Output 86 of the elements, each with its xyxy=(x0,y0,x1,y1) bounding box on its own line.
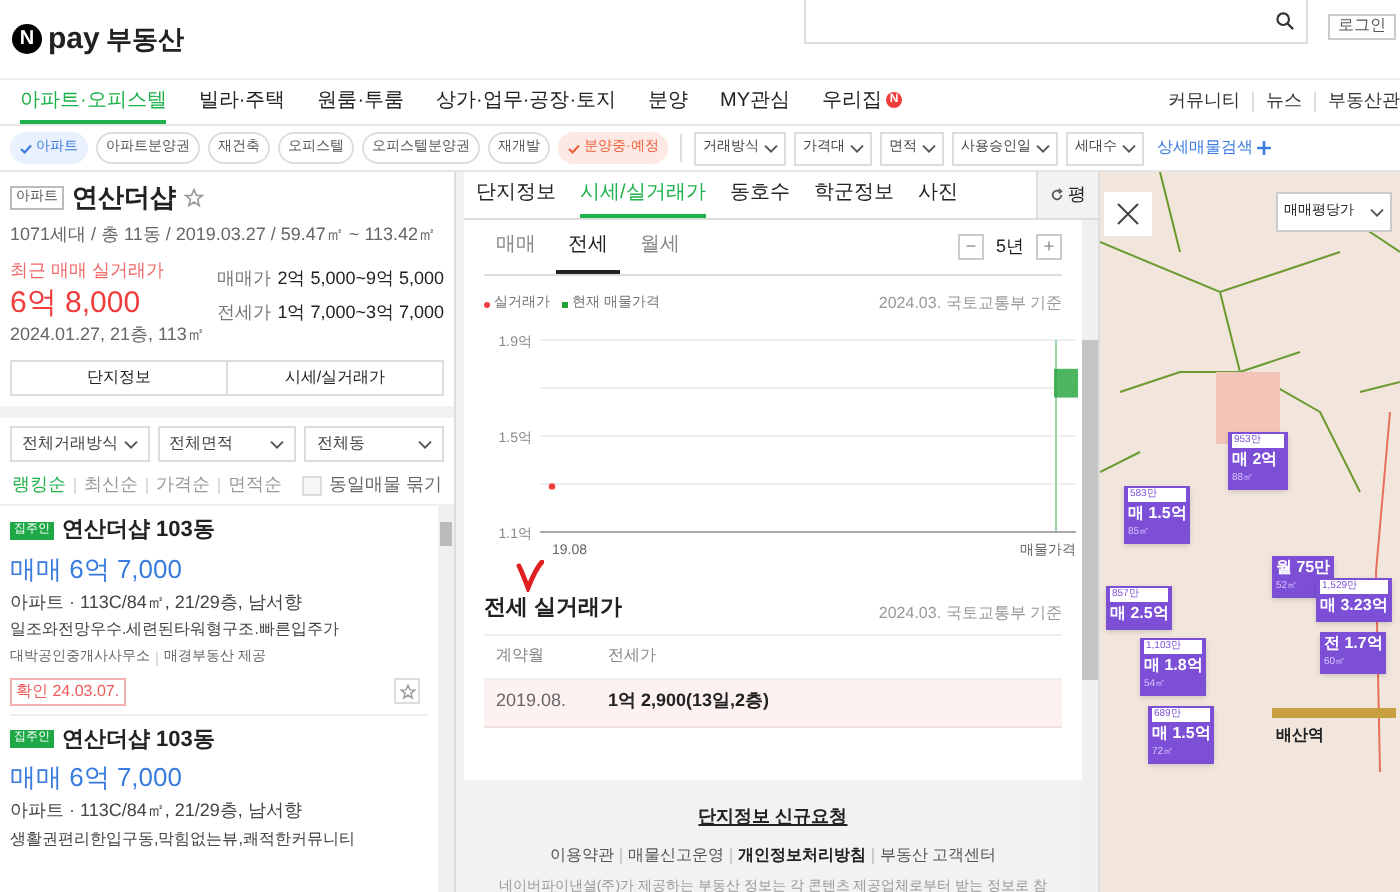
checkbox[interactable] xyxy=(302,475,323,495)
check-mark-annotation xyxy=(516,560,544,592)
plus-icon xyxy=(1256,140,1273,156)
source-note: 2024.03. 국토교통부 기준 xyxy=(878,292,1062,316)
chevron-icon xyxy=(764,143,779,153)
listing-title[interactable]: 연산더샵 103동 xyxy=(62,514,215,547)
list-filter-dropdown[interactable]: 전체면적 xyxy=(157,426,297,462)
recent-price-label: 최근 매매 실거래가 xyxy=(10,258,167,284)
refresh-icon xyxy=(1050,188,1064,202)
detail-search-button[interactable]: 상세매물검색 xyxy=(1156,136,1273,160)
star-icon[interactable] xyxy=(184,187,204,208)
price-range-value: 1억 7,000~3억 7,000 xyxy=(277,299,444,325)
nav-tab[interactable]: MY관심 xyxy=(720,80,791,124)
login-button[interactable]: 로그인 xyxy=(1328,13,1396,39)
detail-tab[interactable]: 사진 xyxy=(917,172,958,218)
source-note: 2024.03. 국토교통부 기준 xyxy=(878,601,1062,625)
listing-price: 매매 6억 7,000 xyxy=(10,551,184,587)
detail-tab[interactable]: 학군정보 xyxy=(813,172,894,218)
scrollbar[interactable] xyxy=(438,506,454,892)
footer-link[interactable]: 개인정보처리방침 xyxy=(737,843,866,867)
listing-description: 일조와전망우수.세련된타워형구조.빠른입주가 xyxy=(10,618,341,642)
nav-link[interactable]: 커뮤니티 xyxy=(1168,88,1240,116)
table-cell-text: 1억 2,900(13일,2층) xyxy=(608,688,772,715)
nav-link[interactable]: 부동산관 xyxy=(1328,88,1400,116)
complex-button[interactable]: 시세/실거래가 xyxy=(228,360,444,396)
chevron-icon xyxy=(922,143,937,153)
check-icon xyxy=(20,143,32,153)
section-title: 전세 실거래가 xyxy=(484,594,623,624)
column-header: 전세가 xyxy=(608,644,658,668)
data-point[interactable] xyxy=(548,483,556,490)
scrollbar[interactable] xyxy=(1082,220,1098,892)
logo-pay: pay xyxy=(48,24,100,54)
footer-link[interactable]: 매물신고운영 xyxy=(627,843,724,867)
nav-tab[interactable]: 상가·업무·공장·토지 xyxy=(436,80,617,124)
confirmed-date: 확인 24.03.07. xyxy=(10,677,126,705)
logo-icon[interactable]: N xyxy=(12,24,42,54)
logo-text: 부동산 xyxy=(105,21,184,58)
footer-link[interactable]: 이용약관 xyxy=(549,843,614,867)
favorite-button[interactable] xyxy=(394,678,420,704)
period-value: 5년 xyxy=(995,233,1024,260)
request-link[interactable]: 단지정보 신규요청 xyxy=(698,804,848,831)
search-icon xyxy=(1276,12,1294,30)
nav-link[interactable]: 뉴스 xyxy=(1266,88,1302,116)
price-range-value: 2억 5,000~9억 5,000 xyxy=(277,266,444,292)
station-label: 배산역 xyxy=(1276,724,1324,748)
sub-tab[interactable]: 매매 xyxy=(484,220,548,274)
sub-tab[interactable]: 전세 xyxy=(556,220,620,274)
complex-info: 1071세대 / 총 11동 / 2019.03.27 / 59.47㎡ ~ 113.42㎡ xyxy=(10,221,439,247)
chevron-icon xyxy=(850,143,865,153)
table-cell-text: 2019.08. xyxy=(494,688,569,715)
column-header: 계약월 xyxy=(494,644,546,668)
list-filter-dropdown[interactable]: 전체동 xyxy=(304,426,445,462)
decrease-button[interactable]: − xyxy=(957,234,984,260)
listing-title[interactable]: 연산더샵 103동 xyxy=(62,723,215,756)
recent-price-detail: 2024.01.27, 21층, 113㎡ xyxy=(10,321,205,347)
chevron-icon xyxy=(418,439,433,449)
chevron-icon xyxy=(123,439,138,449)
list-filter-dropdown[interactable]: 전체거래방식 xyxy=(10,426,150,462)
listing-description: 생활권편리한입구동,막힘없는뷰,쾌적한커뮤니티 xyxy=(10,827,357,851)
chevron-icon xyxy=(1122,143,1137,153)
sub-tab[interactable]: 월세 xyxy=(628,220,692,274)
close-button[interactable] xyxy=(1104,192,1152,236)
price-range-label: 전세가 xyxy=(217,299,272,325)
check-icon xyxy=(568,143,580,153)
listing-price: 매매 6억 7,000 xyxy=(10,760,184,796)
nav-tab[interactable]: 분양 xyxy=(648,80,689,124)
close-icon xyxy=(1116,202,1140,226)
nav-tab[interactable]: 빌라·주택 xyxy=(198,80,286,124)
chevron-icon xyxy=(1370,207,1384,217)
complex-button[interactable]: 단지정보 xyxy=(10,360,228,396)
nav-tab[interactable]: 원룸·투룸 xyxy=(317,80,405,124)
area-unit-button[interactable]: 평 xyxy=(1036,172,1098,218)
complex-name: 연산더샵 xyxy=(72,180,176,216)
recent-price: 6억 8,000 xyxy=(10,285,143,321)
price-range-label: 매매가 xyxy=(217,266,272,292)
chevron-icon xyxy=(270,439,285,449)
chevron-icon xyxy=(1036,143,1051,153)
detail-tab[interactable]: 단지정보 xyxy=(476,172,556,218)
search-field[interactable] xyxy=(804,0,1308,44)
listing-spec: 아파트 · 113C/84㎡, 21/29층, 남서향 xyxy=(10,798,304,824)
listing-spec: 아파트 · 113C/84㎡, 21/29층, 남서향 xyxy=(10,589,304,615)
footer-link[interactable]: 부동산 고객센터 xyxy=(879,843,997,867)
listing-price-bar[interactable] xyxy=(1054,368,1078,398)
checkbox-label: 동일매물 묶기 xyxy=(328,471,442,498)
detail-tab[interactable]: 동호수 xyxy=(729,172,790,218)
increase-button[interactable]: + xyxy=(1036,234,1062,260)
